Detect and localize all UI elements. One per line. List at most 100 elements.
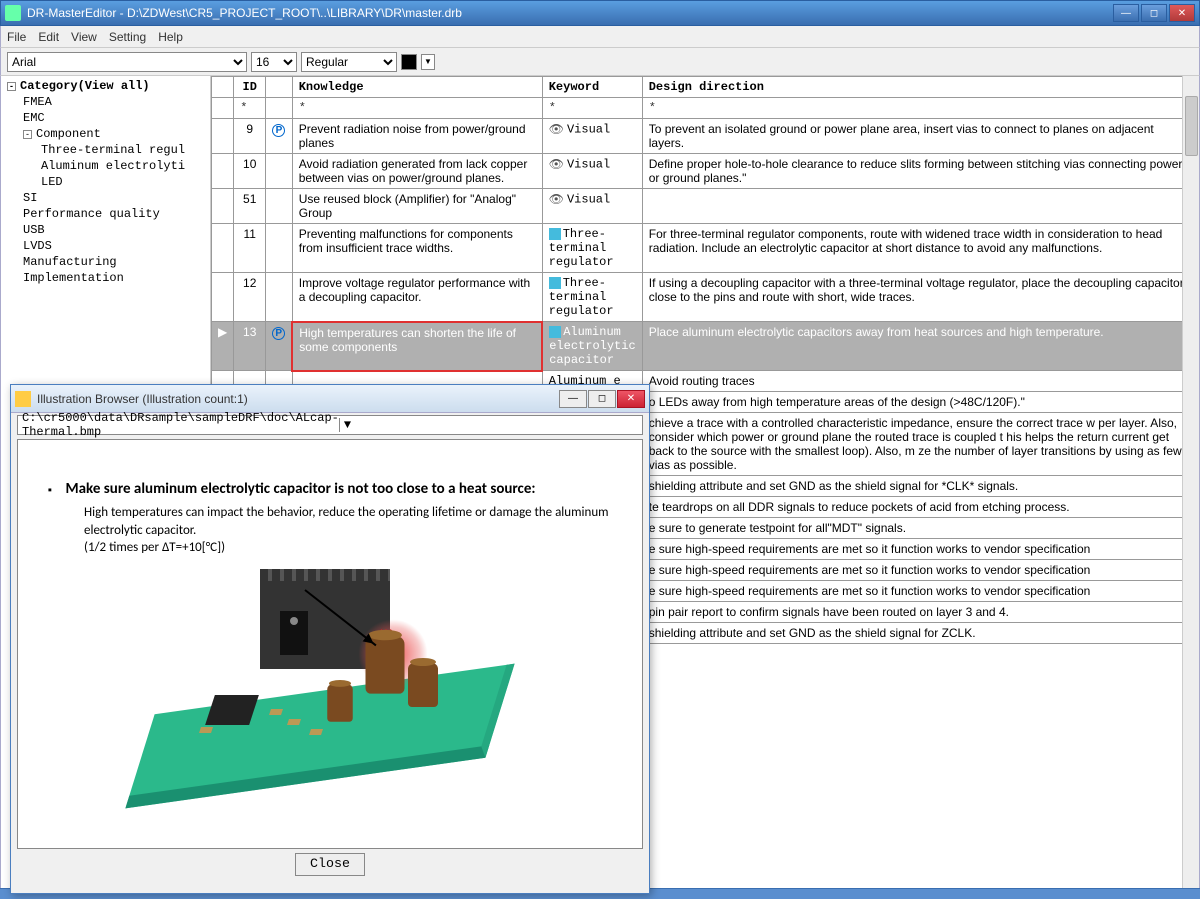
expand-icon[interactable]: - [23, 130, 32, 139]
menu-file[interactable]: File [7, 30, 26, 44]
vertical-scrollbar[interactable] [1182, 76, 1199, 888]
col-info[interactable] [266, 77, 293, 98]
info-icon[interactable]: P [272, 327, 285, 340]
tree-item[interactable]: Implementation [19, 270, 208, 286]
cell-info[interactable] [266, 273, 293, 322]
titlebar: DR-MasterEditor - D:\ZDWest\CR5_PROJECT_… [0, 0, 1200, 26]
font-select[interactable]: Arial [7, 52, 247, 72]
menu-setting[interactable]: Setting [109, 30, 146, 44]
cell-id: 11 [234, 224, 266, 273]
dialog-title: Illustration Browser (Illustration count… [37, 392, 559, 406]
filter-knowledge[interactable]: * [292, 98, 542, 119]
cell-id: 9 [234, 119, 266, 154]
visual-icon: 👁 [549, 122, 564, 137]
dialog-path-field[interactable]: C:\cr5000\data\DRsample\sampleDRF\doc\AL… [17, 415, 643, 435]
illustration-heading: Make sure aluminum electrolytic capacito… [48, 480, 612, 498]
cell-design: e sure high-speed requirements are met s… [642, 560, 1198, 581]
minimize-button[interactable]: — [1113, 4, 1139, 22]
cell-knowledge: Use reused block (Amplifier) for "Analog… [292, 189, 542, 224]
col-keyword[interactable]: Keyword [542, 77, 642, 98]
dialog-button-row: Close [11, 853, 649, 876]
dialog-close-action-button[interactable]: Close [295, 853, 365, 876]
tree-item[interactable]: EMC [19, 110, 208, 126]
tree-item[interactable]: SI [19, 190, 208, 206]
tree-item[interactable]: Performance quality [19, 206, 208, 222]
color-swatch[interactable] [401, 54, 417, 70]
fontsize-select[interactable]: 16 [251, 52, 297, 72]
visual-icon: 👁 [549, 157, 564, 172]
cell-keyword: 👁Visual [542, 119, 642, 154]
window-title: DR-MasterEditor - D:\ZDWest\CR5_PROJECT_… [27, 6, 1113, 20]
tree-item[interactable]: FMEA [19, 94, 208, 110]
cell-design: Place aluminum electrolytic capacitors a… [642, 322, 1198, 371]
collapse-icon[interactable]: - [7, 82, 16, 91]
col-design[interactable]: Design direction [642, 77, 1198, 98]
row-pointer [212, 154, 234, 189]
toolbar: Arial 16 Regular ▼ [0, 48, 1200, 76]
info-icon[interactable]: P [272, 124, 285, 137]
tree-item-label: Implementation [23, 271, 124, 285]
tree-item-label: LED [41, 175, 63, 189]
cell-info[interactable] [266, 154, 293, 189]
cell-keyword: 👁Visual [542, 154, 642, 189]
dialog-maximize-button[interactable]: ◻ [588, 390, 616, 408]
dialog-minimize-button[interactable]: — [559, 390, 587, 408]
app-icon [5, 5, 21, 21]
cell-design: e sure high-speed requirements are met s… [642, 539, 1198, 560]
cell-info[interactable]: P [266, 322, 293, 371]
dialog-close-button[interactable]: ✕ [617, 390, 645, 408]
close-button[interactable]: ✕ [1169, 4, 1195, 22]
grid-header-row: ID Knowledge Keyword Design direction [212, 77, 1199, 98]
tree-item[interactable]: Three-terminal regul [37, 142, 208, 158]
grid-row[interactable]: ▶13PHigh temperatures can shorten the li… [212, 322, 1199, 371]
col-id[interactable]: ID [234, 77, 266, 98]
row-pointer [212, 119, 234, 154]
grid-row[interactable]: 51 Use reused block (Amplifier) for "Anal… [212, 189, 1199, 224]
path-dropdown-icon[interactable]: ▼ [339, 418, 638, 432]
filter-id[interactable]: * [234, 98, 266, 119]
menu-help[interactable]: Help [158, 30, 183, 44]
dialog-icon [15, 391, 31, 407]
menu-view[interactable]: View [71, 30, 97, 44]
fontstyle-select[interactable]: Regular [301, 52, 397, 72]
tree-item-label: LVDS [23, 239, 52, 253]
window-controls: — ◻ ✕ [1113, 4, 1195, 22]
cell-design: o LEDs away from high temperature areas … [642, 392, 1198, 413]
tree-item-label: Manufacturing [23, 255, 117, 269]
row-pointer: ▶ [212, 322, 234, 371]
cell-knowledge: Improve voltage regulator performance wi… [292, 273, 542, 322]
tree-root[interactable]: -Category(View all) [3, 78, 208, 94]
grid-row[interactable]: 11Preventing malfunctions for components… [212, 224, 1199, 273]
menubar: File Edit View Setting Help [0, 26, 1200, 48]
menu-edit[interactable]: Edit [38, 30, 59, 44]
cell-design: e sure high-speed requirements are met s… [642, 581, 1198, 602]
visual-icon: 👁 [549, 192, 564, 207]
tree-item[interactable]: Aluminum electrolyti [37, 158, 208, 174]
maximize-button[interactable]: ◻ [1141, 4, 1167, 22]
cell-info[interactable] [266, 189, 293, 224]
cell-design: shielding attribute and set GND as the s… [642, 476, 1198, 497]
row-pointer [212, 189, 234, 224]
filter-design[interactable]: * [642, 98, 1198, 119]
col-knowledge[interactable]: Knowledge [292, 77, 542, 98]
block-icon [549, 277, 561, 289]
filter-keyword[interactable]: * [542, 98, 642, 119]
dialog-titlebar[interactable]: Illustration Browser (Illustration count… [11, 385, 649, 413]
tree-item[interactable]: USB [19, 222, 208, 238]
cell-info[interactable] [266, 224, 293, 273]
cell-id: 51 [234, 189, 266, 224]
tree-item-label: Aluminum electrolyti [41, 159, 185, 173]
grid-row[interactable]: 12 Improve voltage regulator performance … [212, 273, 1199, 322]
cell-design: pin pair report to confirm signals have … [642, 602, 1198, 623]
cell-info[interactable]: P [266, 119, 293, 154]
grid-row[interactable]: 10Avoid radiation generated from lack co… [212, 154, 1199, 189]
cell-design: If using a decoupling capacitor with a t… [642, 273, 1198, 322]
grid-row[interactable]: 9PPrevent radiation noise from power/gro… [212, 119, 1199, 154]
tree-item[interactable]: LED [37, 174, 208, 190]
tree-item[interactable]: Manufacturing [19, 254, 208, 270]
cell-id: 12 [234, 273, 266, 322]
color-dropdown-icon[interactable]: ▼ [421, 54, 435, 70]
tree-item[interactable]: -Component [19, 126, 208, 142]
tree-item[interactable]: LVDS [19, 238, 208, 254]
scrollbar-thumb[interactable] [1185, 96, 1198, 156]
